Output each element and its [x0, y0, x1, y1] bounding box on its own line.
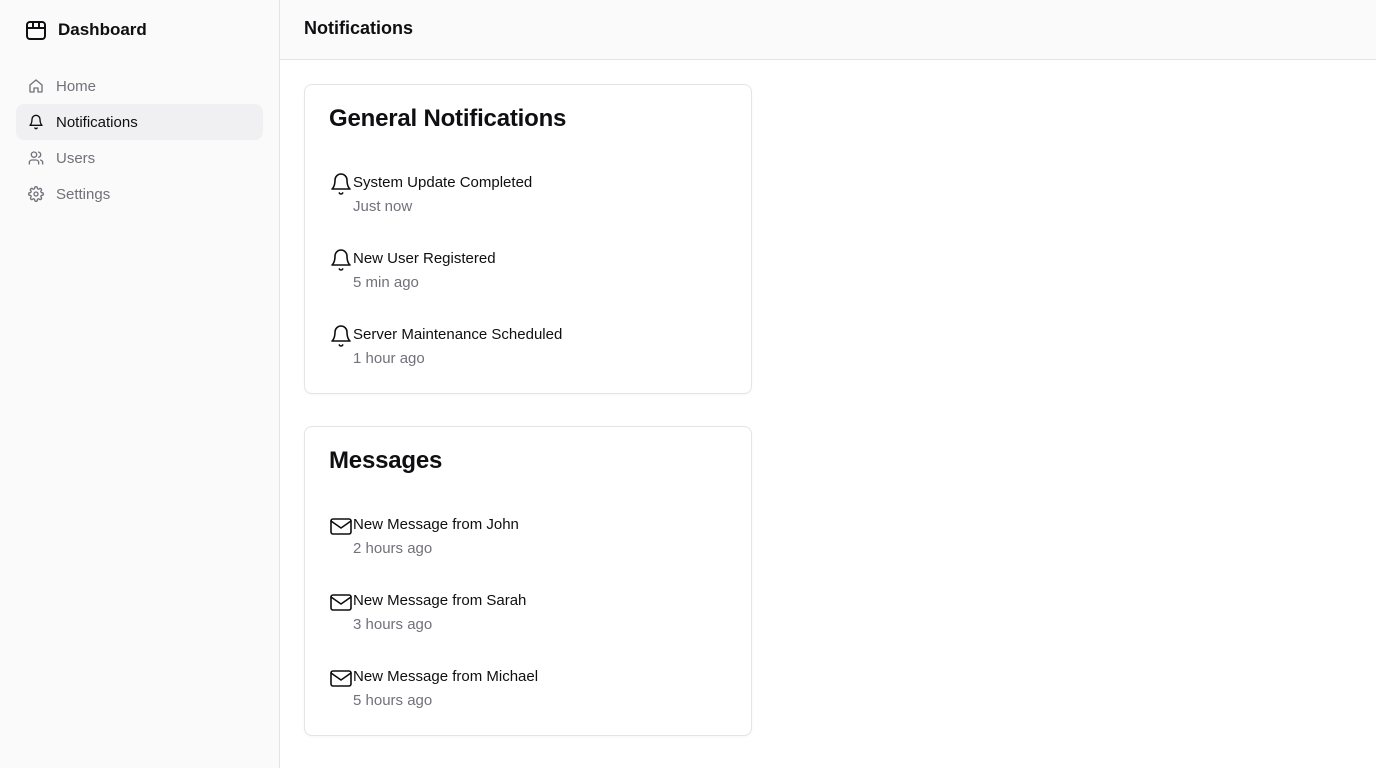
message-item[interactable]: New Message from Michael 5 hours ago	[329, 665, 729, 741]
sidebar-item-home[interactable]: Home	[16, 68, 263, 104]
sidebar-nav: Home Notifications Users Settings	[16, 68, 263, 212]
notification-item[interactable]: New User Registered 5 min ago	[329, 247, 729, 323]
messages-card: Messages New Message from John 2 hours a…	[304, 426, 752, 736]
notification-item[interactable]: System Update Completed Just now	[329, 171, 729, 247]
message-title: New Message from John	[353, 516, 519, 533]
sidebar-item-settings[interactable]: Settings	[16, 176, 263, 212]
card-title: General Notifications	[329, 105, 567, 132]
notification-title: System Update Completed	[353, 174, 533, 191]
mail-icon	[329, 590, 353, 614]
notification-title: Server Maintenance Scheduled	[353, 326, 563, 343]
notification-title: New User Registered	[353, 250, 496, 267]
general-notifications-card: General Notifications System Update Comp…	[304, 84, 752, 394]
notification-time: 1 hour ago	[353, 350, 425, 367]
gear-icon	[28, 186, 44, 202]
notification-time: Just now	[353, 198, 413, 215]
sidebar-item-users[interactable]: Users	[16, 140, 263, 176]
message-time: 3 hours ago	[353, 616, 433, 633]
sidebar-item-label: Users	[56, 149, 96, 167]
home-icon	[28, 78, 44, 94]
top-header: Notifications	[280, 0, 1376, 60]
brand[interactable]: Dashboard	[24, 18, 147, 42]
card-title: Messages	[329, 447, 443, 474]
brand-title: Dashboard	[58, 20, 147, 39]
message-time: 2 hours ago	[353, 540, 433, 557]
mail-icon	[329, 514, 353, 538]
bell-icon	[329, 172, 353, 196]
notification-item[interactable]: Server Maintenance Scheduled 1 hour ago	[329, 323, 729, 399]
package-icon	[24, 18, 48, 42]
sidebar: Dashboard Home Notifications Users Setti…	[0, 0, 280, 768]
message-item[interactable]: New Message from John 2 hours ago	[329, 513, 729, 589]
message-item[interactable]: New Message from Sarah 3 hours ago	[329, 589, 729, 665]
notification-list: System Update Completed Just now New Use…	[329, 171, 729, 399]
bell-icon	[329, 248, 353, 272]
sidebar-item-label: Notifications	[56, 113, 138, 131]
mail-icon	[329, 666, 353, 690]
sidebar-item-label: Settings	[56, 185, 111, 203]
page-title: Notifications	[304, 18, 414, 38]
message-title: New Message from Michael	[353, 668, 539, 685]
message-list: New Message from John 2 hours ago New Me…	[329, 513, 729, 741]
message-title: New Message from Sarah	[353, 592, 527, 609]
notification-time: 5 min ago	[353, 274, 419, 291]
message-time: 5 hours ago	[353, 692, 433, 709]
bell-icon	[28, 114, 44, 130]
sidebar-item-notifications[interactable]: Notifications	[16, 104, 263, 140]
bell-icon	[329, 324, 353, 348]
users-icon	[28, 150, 44, 166]
sidebar-item-label: Home	[56, 77, 97, 95]
